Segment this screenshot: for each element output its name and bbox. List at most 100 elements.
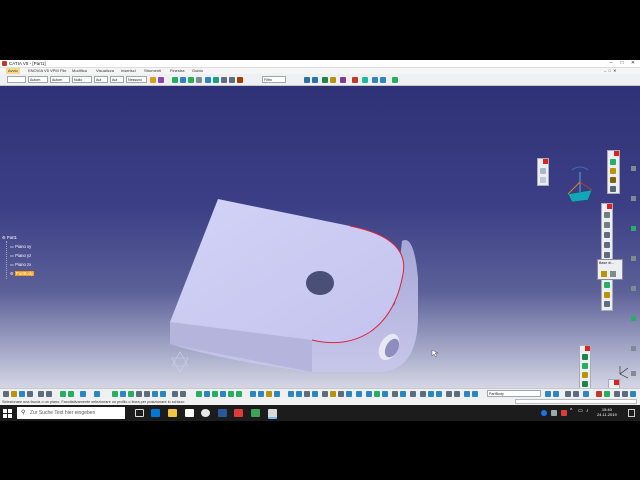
whats-this-icon[interactable] <box>80 391 86 397</box>
volume-icon[interactable]: ♪ <box>586 408 589 414</box>
command-input[interactable] <box>515 399 637 404</box>
open-icon[interactable] <box>11 391 17 397</box>
fit-all-in-icon[interactable] <box>112 391 118 397</box>
chrome-icon[interactable] <box>201 409 210 417</box>
profile-icon[interactable] <box>204 391 210 397</box>
axis-icon[interactable] <box>258 391 264 397</box>
properties-icon[interactable] <box>158 77 164 83</box>
aut-combo-1[interactable]: Aut <box>94 76 108 83</box>
knowledge-icon[interactable] <box>610 186 616 192</box>
shading-bottom-icon[interactable] <box>172 391 178 397</box>
exit-sketch-icon[interactable] <box>540 177 546 183</box>
hide-bottom-icon[interactable] <box>180 391 186 397</box>
color-combo[interactable] <box>7 76 26 83</box>
sketch-tool-icon[interactable] <box>196 391 202 397</box>
palette-close-icon[interactable] <box>585 346 590 351</box>
sketch-icon[interactable] <box>540 168 546 174</box>
info-icon[interactable] <box>630 391 636 397</box>
formula-icon[interactable] <box>338 391 344 397</box>
grid-icon[interactable] <box>340 77 346 83</box>
fit-all-icon[interactable] <box>188 77 194 83</box>
analysis-icon[interactable] <box>322 391 328 397</box>
define-in-work-icon[interactable] <box>428 391 434 397</box>
document-window-controls[interactable]: – □ ✕ <box>604 68 638 74</box>
menu-enovia[interactable]: ENOVIA V5 VPM <box>28 68 59 74</box>
fillet-icon[interactable] <box>604 292 610 298</box>
menu-strumenti[interactable]: Strumenti <box>144 68 161 74</box>
material-icon[interactable] <box>610 159 616 165</box>
menu-inserisci[interactable]: Inserisci <box>121 68 136 74</box>
side-icon-3[interactable] <box>631 226 636 231</box>
current-body-combo[interactable]: PartBody <box>487 390 541 397</box>
palette-close-icon[interactable] <box>614 380 619 385</box>
tray-icon-3[interactable] <box>561 410 567 416</box>
part-body-icon[interactable] <box>464 391 470 397</box>
paint-icon[interactable] <box>150 77 156 83</box>
menu-guida[interactable]: Guida <box>192 68 203 74</box>
hide-show-icon[interactable] <box>229 77 235 83</box>
hole-icon[interactable] <box>604 252 610 258</box>
side-icon-1[interactable] <box>631 166 636 171</box>
tray-icon-1[interactable] <box>541 410 547 416</box>
redo-icon[interactable] <box>68 391 74 397</box>
side-icon-8[interactable] <box>631 371 636 376</box>
part-top-face[interactable] <box>170 199 404 343</box>
cut-icon[interactable] <box>38 391 44 397</box>
maximize-button[interactable]: □ <box>617 60 627 67</box>
line-icon[interactable] <box>236 391 242 397</box>
close-button[interactable]: ✕ <box>628 60 638 67</box>
top-hole[interactable] <box>306 271 334 295</box>
undo-icon[interactable] <box>60 391 66 397</box>
view-tools-icon[interactable] <box>545 391 551 397</box>
group-icon[interactable] <box>410 391 416 397</box>
menu-finestra[interactable]: Finestra <box>170 68 184 74</box>
nullo-combo[interactable]: Nullo <box>72 76 92 83</box>
zoom-in-icon[interactable] <box>136 391 142 397</box>
thickness-icon[interactable] <box>582 372 588 378</box>
construction-icon[interactable] <box>362 77 368 83</box>
measure-icon[interactable] <box>304 77 310 83</box>
menu-file[interactable]: File <box>60 68 66 74</box>
side-icon-7[interactable] <box>631 346 636 351</box>
network-icon[interactable]: ▭ <box>578 408 583 414</box>
pocket-icon[interactable] <box>604 222 610 228</box>
tree-item-plane-xy[interactable]: ▭ Piano xy <box>10 244 31 249</box>
help-icon[interactable] <box>622 391 628 397</box>
multi-section-icon[interactable] <box>604 282 610 288</box>
point-icon[interactable] <box>250 391 256 397</box>
shaft-icon[interactable] <box>604 232 610 238</box>
groove-icon[interactable] <box>604 242 610 248</box>
tree-item-partbody[interactable]: ⚙ PartBody <box>10 271 35 276</box>
project-icon[interactable] <box>366 391 372 397</box>
window-icon-2[interactable] <box>610 271 616 277</box>
normal-view-icon[interactable] <box>205 77 211 83</box>
media-player-icon[interactable] <box>185 409 194 417</box>
word-icon[interactable] <box>218 409 227 417</box>
rotate-icon[interactable] <box>180 77 186 83</box>
task-view-icon[interactable] <box>135 409 144 417</box>
autom-combo-1[interactable]: Autom <box>28 76 48 83</box>
operation-icon[interactable] <box>274 391 280 397</box>
palette-close-icon[interactable] <box>607 204 612 209</box>
floating-window[interactable]: Base di... <box>597 259 623 280</box>
annotation-icon[interactable] <box>304 391 310 397</box>
filter-combo[interactable]: Filtro <box>262 76 286 83</box>
geometric-constraint-icon[interactable] <box>380 77 386 83</box>
parameters-icon[interactable] <box>330 391 336 397</box>
iso-view-icon[interactable] <box>213 77 219 83</box>
compass-icon[interactable] <box>567 166 593 203</box>
pan-icon[interactable] <box>172 77 178 83</box>
side-icon-6[interactable] <box>631 316 636 321</box>
menu-modifica[interactable]: Modifica <box>72 68 87 74</box>
3d-viewport[interactable]: ⚙ Part1 ▭ Piano xy ▭ Piano yz ▭ Piano zx… <box>0 86 640 388</box>
sketch-analysis-icon[interactable] <box>322 77 328 83</box>
windows-start-icon[interactable] <box>3 409 12 418</box>
zoom-out-icon[interactable] <box>144 391 150 397</box>
minimize-button[interactable]: – <box>606 60 616 67</box>
new-icon[interactable] <box>3 391 9 397</box>
tray-icon-2[interactable] <box>551 410 557 416</box>
ordered-set-icon[interactable] <box>400 391 406 397</box>
side-icon-4[interactable] <box>631 256 636 261</box>
quick-view-icon[interactable] <box>160 391 166 397</box>
spline-icon[interactable] <box>228 391 234 397</box>
